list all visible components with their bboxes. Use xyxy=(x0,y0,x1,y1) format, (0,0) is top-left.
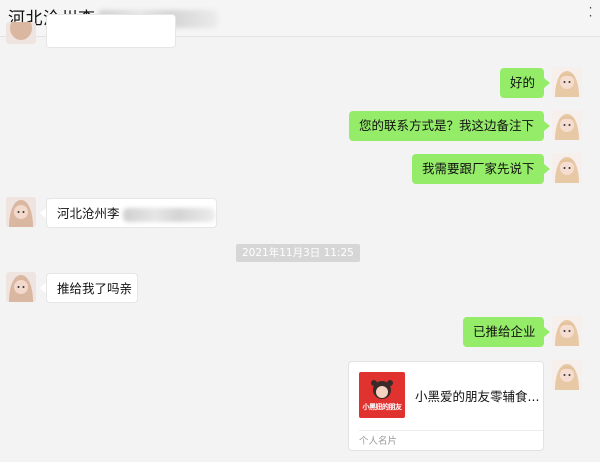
card-logo-text: 小黑妞的朋友 xyxy=(362,403,403,411)
card-logo: 小黑妞的朋友 xyxy=(359,372,405,418)
bubble-tail xyxy=(544,327,550,337)
my-avatar[interactable] xyxy=(552,360,582,390)
bubble-tail xyxy=(544,78,550,88)
card-type-label: 个人名片 xyxy=(359,436,398,447)
redacted-name-blur xyxy=(122,207,215,222)
bubble-tail xyxy=(544,121,550,131)
message-bubble-cutoff[interactable] xyxy=(46,14,176,48)
message-bubble-sent[interactable]: 我需要跟厂家先说下 xyxy=(412,154,544,184)
message-text: 河北沧州李 xyxy=(57,206,120,221)
bubble-tail xyxy=(544,164,550,174)
message-bubble-received[interactable]: 推给我了吗亲 xyxy=(46,273,138,303)
contact-avatar[interactable] xyxy=(6,272,36,302)
card-divider xyxy=(359,430,543,431)
message-text: 已推给企业 xyxy=(473,324,536,339)
my-avatar[interactable] xyxy=(552,153,582,183)
message-bubble-sent[interactable]: 好的 xyxy=(500,68,544,98)
message-text: 推给我了吗亲 xyxy=(57,281,133,296)
message-bubble-sent[interactable]: 您的联系方式是？我这边备注下 xyxy=(349,111,544,141)
my-avatar[interactable] xyxy=(552,110,582,140)
message-bubble-received[interactable]: 河北沧州李 xyxy=(46,198,217,228)
contact-avatar[interactable] xyxy=(6,197,36,227)
message-bubble-sent[interactable]: 已推给企业 xyxy=(463,317,544,347)
contact-card[interactable]: 小黑妞的朋友 小黑爱的朋友零辅食... 个人名片 xyxy=(348,361,544,451)
my-avatar[interactable] xyxy=(552,316,582,346)
card-name: 小黑爱的朋友零辅食... xyxy=(415,389,540,404)
more-dots-icon[interactable]: · · xyxy=(586,2,594,22)
message-timestamp: 2021年11月3日 11:25 xyxy=(236,244,360,262)
message-text: 您的联系方式是？我这边备注下 xyxy=(359,118,535,133)
my-avatar[interactable] xyxy=(552,67,582,97)
message-text: 好的 xyxy=(510,75,536,90)
contact-avatar[interactable] xyxy=(6,22,36,44)
message-text: 我需要跟厂家先说下 xyxy=(422,161,535,176)
